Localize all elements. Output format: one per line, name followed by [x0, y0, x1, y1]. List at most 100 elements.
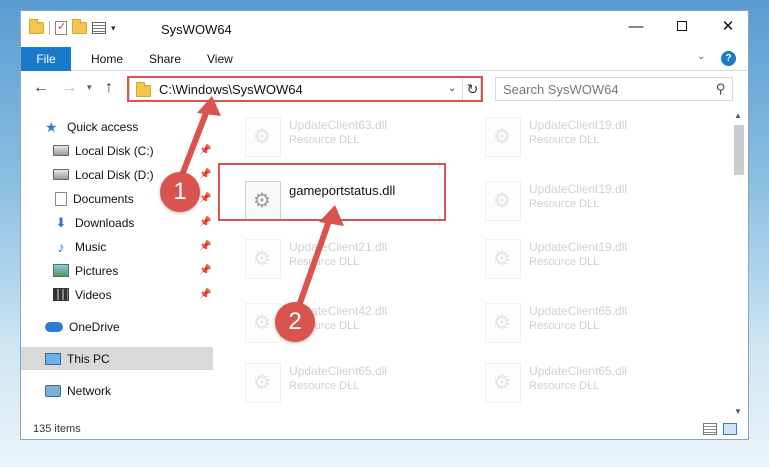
status-bar: 135 items [21, 419, 748, 439]
tab-view[interactable]: View [207, 52, 233, 66]
pictures-icon [53, 264, 69, 277]
navigation-pane: ★ Quick access Local Disk (C:) 📌 Local D… [21, 111, 213, 411]
file-list: UpdateClient63.dll Resource DLL UpdateCl… [224, 111, 730, 411]
file-highlight-box [218, 163, 446, 221]
address-highlight-box [127, 76, 483, 102]
explorer-window: ▾ SysWOW64 — ✕ File Home Share View ⌄ ? … [20, 10, 749, 440]
search-input[interactable]: Search SysWOW64 [503, 82, 619, 97]
maximize-button[interactable] [659, 11, 705, 41]
folder-icon[interactable] [29, 19, 44, 34]
sidebar-item-label: Network [67, 383, 112, 398]
file-item[interactable]: UpdateClient19.dll Resource DLL [479, 235, 709, 285]
file-type: Resource DLL [529, 380, 600, 392]
pin-icon[interactable]: 📌 [199, 265, 211, 276]
file-name: UpdateClient19.dll [529, 240, 628, 254]
recent-locations-icon[interactable]: ▾ [87, 82, 92, 93]
sidebar-item-pictures[interactable]: Pictures 📌 [21, 259, 213, 282]
forward-arrow-icon[interactable]: → [61, 79, 77, 97]
cloud-icon [45, 321, 63, 332]
expand-ribbon-icon[interactable]: ⌄ [697, 51, 705, 62]
film-strip-icon [53, 288, 69, 301]
file-type: Resource DLL [529, 256, 600, 268]
view-icon[interactable] [92, 22, 106, 34]
file-item[interactable]: UpdateClient19.dll Resource DLL [479, 113, 709, 163]
sidebar-item-label: Local Disk (D:) [75, 167, 154, 182]
pin-icon[interactable]: 📌 [199, 193, 211, 204]
file-item[interactable]: UpdateClient42.dll Resource DLL [239, 299, 469, 349]
file-item[interactable]: UpdateClient63.dll Resource DLL [239, 113, 469, 163]
file-name: UpdateClient65.dll [289, 364, 388, 378]
pin-icon[interactable]: 📌 [199, 289, 211, 300]
close-button[interactable]: ✕ [705, 11, 748, 41]
help-icon[interactable]: ? [721, 51, 736, 66]
search-box[interactable]: Search SysWOW64 ⚲ [495, 77, 733, 101]
properties-icon[interactable] [55, 20, 67, 35]
sidebar-item-music[interactable]: ♪ Music 📌 [21, 235, 213, 258]
sidebar-item-label: Videos [75, 287, 112, 302]
file-type: Resource DLL [289, 256, 360, 268]
computer-icon [45, 352, 61, 365]
scrollbar-thumb[interactable] [734, 125, 744, 175]
sidebar-item-quick-access[interactable]: ★ Quick access [21, 115, 213, 138]
sidebar-item-label: Local Disk (C:) [75, 143, 154, 158]
file-type: Resource DLL [529, 134, 600, 146]
step-1-badge: 1 [160, 172, 200, 212]
file-item[interactable]: UpdateClient65.dll Resource DLL [239, 359, 469, 409]
new-folder-icon[interactable] [72, 19, 87, 34]
file-item[interactable]: UpdateClient65.dll Resource DLL [479, 299, 709, 349]
dll-file-icon [485, 303, 521, 343]
title-bar: ▾ SysWOW64 — ✕ [21, 11, 748, 47]
step-2-badge: 2 [275, 302, 315, 342]
sidebar-item-videos[interactable]: Videos 📌 [21, 283, 213, 306]
file-type: Resource DLL [529, 320, 600, 332]
dll-file-icon [485, 239, 521, 279]
minimize-button[interactable]: — [613, 11, 659, 41]
star-icon: ★ [45, 118, 58, 135]
sidebar-item-network[interactable]: Network [21, 379, 213, 402]
search-icon[interactable]: ⚲ [716, 81, 726, 97]
tab-file[interactable]: File [21, 47, 71, 71]
hard-drive-icon [53, 145, 69, 156]
pin-icon[interactable]: 📌 [199, 217, 211, 228]
sidebar-item-label: Pictures [75, 263, 119, 278]
file-type: Resource DLL [289, 134, 360, 146]
tab-home[interactable]: Home [91, 52, 123, 66]
tab-share[interactable]: Share [149, 52, 181, 66]
back-arrow-icon[interactable]: ← [33, 79, 49, 97]
dll-file-icon [485, 117, 521, 157]
vertical-scrollbar[interactable]: ▲ ▼ [731, 111, 747, 421]
details-view-icon[interactable] [703, 423, 717, 435]
file-name: UpdateClient19.dll [529, 182, 628, 196]
toolbar-divider [49, 21, 50, 35]
dll-file-icon [485, 181, 521, 221]
sidebar-item-this-pc[interactable]: This PC [21, 347, 213, 370]
dll-file-icon [485, 363, 521, 403]
file-name: UpdateClient63.dll [289, 118, 388, 132]
file-item[interactable]: UpdateClient65.dll Resource DLL [479, 359, 709, 409]
pin-icon[interactable]: 📌 [199, 145, 211, 156]
pin-icon[interactable]: 📌 [199, 169, 211, 180]
dll-file-icon [245, 363, 281, 403]
sidebar-item-onedrive[interactable]: OneDrive [21, 315, 213, 338]
quick-access-toolbar: ▾ [29, 19, 116, 35]
file-item[interactable]: UpdateClient21.dll Resource DLL [239, 235, 469, 285]
file-name: UpdateClient21.dll [289, 240, 388, 254]
large-icons-view-icon[interactable] [723, 423, 737, 435]
sidebar-item-local-disk-c[interactable]: Local Disk (C:) 📌 [21, 139, 213, 162]
hard-drive-icon [53, 169, 69, 180]
pin-icon[interactable]: 📌 [199, 241, 211, 252]
download-arrow-icon: ⬇ [55, 214, 67, 230]
scroll-down-icon[interactable]: ▼ [734, 407, 742, 416]
file-type: Resource DLL [529, 198, 600, 210]
ribbon-tabs: File Home Share View ⌄ ? [21, 47, 748, 71]
sidebar-item-label: Downloads [75, 215, 135, 230]
up-arrow-icon[interactable]: ↑ [105, 79, 113, 97]
scroll-up-icon[interactable]: ▲ [734, 111, 742, 120]
customize-toolbar-caret-icon[interactable]: ▾ [111, 23, 116, 34]
sidebar-item-label: Quick access [67, 119, 139, 134]
document-icon [55, 191, 67, 206]
sidebar-item-downloads[interactable]: ⬇ Downloads 📌 [21, 211, 213, 234]
sidebar-item-label: Music [75, 239, 107, 254]
file-item[interactable]: UpdateClient19.dll Resource DLL [479, 177, 709, 227]
sidebar-item-label: Documents [73, 191, 134, 206]
